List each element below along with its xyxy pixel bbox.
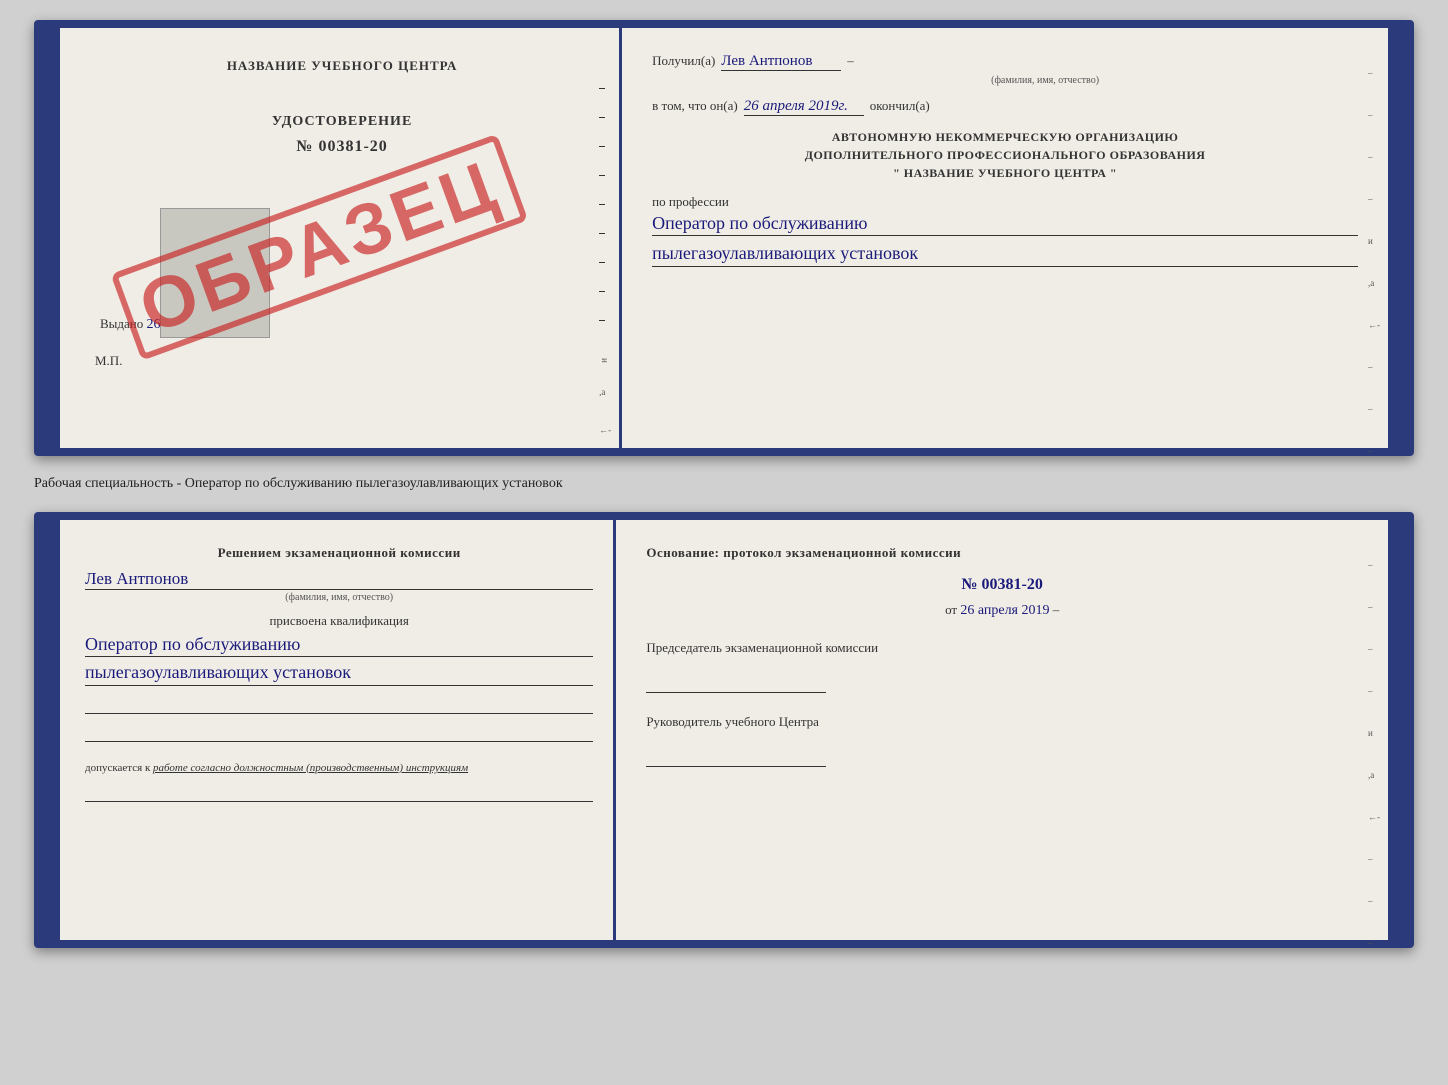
- received-label: Получил(а): [652, 53, 715, 69]
- decision-text: Решением экзаменационной комиссии: [85, 545, 593, 561]
- left-page-2: Решением экзаменационной комиссии Лев Ан…: [60, 520, 616, 940]
- chairman-label: Председатель экзаменационной комиссии: [646, 639, 1358, 657]
- center-head-label: Руководитель учебного Центра: [646, 713, 1358, 731]
- decoration-lines: и ,а ←-: [599, 88, 611, 435]
- profession-label: по профессии: [652, 194, 1358, 210]
- finished-label: окончил(а): [870, 98, 930, 114]
- book-spine-left: [42, 28, 60, 448]
- in-that-label: в том, что он(а): [652, 98, 738, 114]
- person-name: Лев Антпонов: [85, 569, 593, 590]
- chairman-sig-line: [646, 673, 826, 693]
- left-title: НАЗВАНИЕ УЧЕБНОГО ЦЕНТРА: [90, 58, 594, 74]
- profession-line1: Оператор по обслуживанию: [652, 212, 1358, 236]
- in-that-date: 26 апреля 2019г.: [744, 98, 864, 116]
- between-label: Рабочая специальность - Оператор по обсл…: [34, 472, 1414, 496]
- cert-label: УДОСТОВЕРЕНИЕ: [90, 114, 594, 130]
- book-spine-right: [1388, 28, 1406, 448]
- qualification-line2: пылегазоулавливающих установок: [85, 661, 593, 685]
- photo-placeholder: [160, 208, 270, 338]
- right-page-2: Основание: протокол экзаменационной коми…: [616, 520, 1388, 940]
- in-that-row: в том, что он(а) 26 апреля 2019г. окончи…: [652, 98, 1358, 116]
- qualification-line1: Оператор по обслуживанию: [85, 633, 593, 657]
- mp-label: М.П.: [90, 353, 594, 369]
- right-edge-lines: – – – – и ,а ←- – – –: [1368, 68, 1380, 456]
- book-1: НАЗВАНИЕ УЧЕБНОГО ЦЕНТРА УДОСТОВЕРЕНИЕ №…: [34, 20, 1414, 456]
- book2-spine-left: [42, 520, 60, 940]
- basis-label: Основание: протокол экзаменационной коми…: [646, 545, 1358, 561]
- allowed-text: допускается к работе согласно должностны…: [85, 762, 593, 774]
- book2-spine-right: [1388, 520, 1406, 940]
- profession-line2: пылегазоулавливающих установок: [652, 242, 1358, 266]
- org-info: АВТОНОМНУЮ НЕКОММЕРЧЕСКУЮ ОРГАНИЗАЦИЮ ДО…: [652, 128, 1358, 182]
- book-2: Решением экзаменационной комиссии Лев Ан…: [34, 512, 1414, 948]
- qualification-label: присвоена квалификация: [85, 613, 593, 629]
- right-edge-lines-2: – – – – и ,а ←- – – –: [1368, 560, 1380, 948]
- protocol-date: от 26 апреля 2019 –: [646, 602, 1358, 619]
- received-row: Получил(а) Лев Антпонов –: [652, 53, 1358, 71]
- protocol-number: № 00381-20: [646, 576, 1358, 594]
- center-head-sig-line: [646, 747, 826, 767]
- received-name: Лев Антпонов: [721, 53, 841, 71]
- cert-number: № 00381-20: [90, 138, 594, 156]
- center-head-block: Руководитель учебного Центра: [646, 713, 1358, 767]
- fio-subtext: (фамилия, имя, отчество): [732, 75, 1358, 86]
- right-page-1: Получил(а) Лев Антпонов – (фамилия, имя,…: [622, 28, 1388, 448]
- fio-subtext-2: (фамилия, имя, отчество): [85, 592, 593, 603]
- chairman-block: Председатель экзаменационной комиссии: [646, 639, 1358, 693]
- left-page-1: НАЗВАНИЕ УЧЕБНОГО ЦЕНТРА УДОСТОВЕРЕНИЕ №…: [60, 28, 622, 448]
